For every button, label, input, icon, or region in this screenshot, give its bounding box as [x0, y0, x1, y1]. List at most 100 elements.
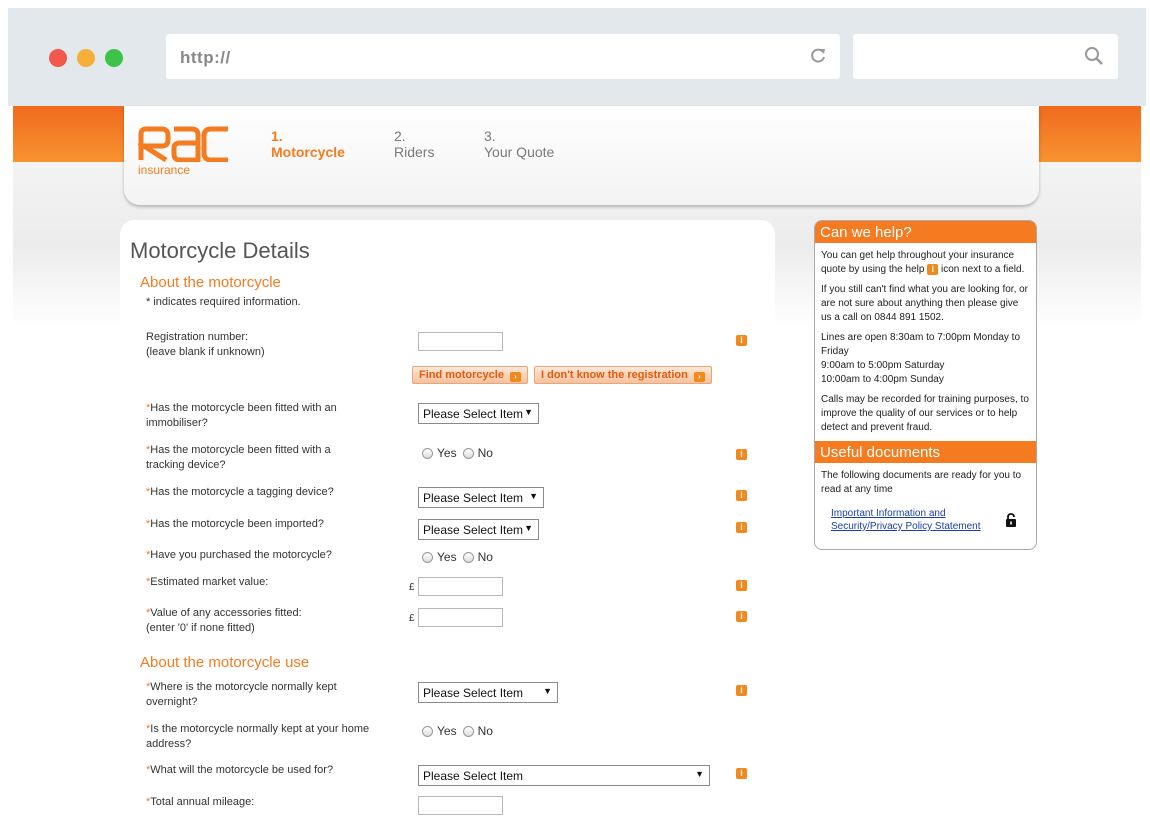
- hours-line: 10:00am to 4:00pm Sunday: [821, 374, 944, 385]
- section-heading-motorcycle: About the motorcycle: [140, 274, 281, 291]
- lock-icon: [1006, 513, 1016, 527]
- select-value: Please Select Item: [423, 686, 524, 700]
- step-number: 2.: [394, 128, 406, 144]
- help-text-part: icon next to a field.: [940, 264, 1025, 275]
- useful-documents-text: The following documents are ready for yo…: [821, 470, 1022, 495]
- step-number: 3.: [484, 128, 496, 144]
- kept-overnight-label: *Where is the motorcycle normally kept o…: [146, 680, 366, 710]
- radio-label: No: [477, 550, 493, 564]
- immobiliser-label: *Has the motorcycle been fitted with an …: [146, 401, 356, 431]
- immobiliser-select[interactable]: Please Select Item ▼: [418, 403, 539, 424]
- select-value: Please Select Item: [423, 407, 524, 421]
- used-for-label: *What will the motorcycle be used for?: [146, 763, 386, 778]
- info-icon[interactable]: i: [736, 335, 747, 346]
- kept-home-no-radio[interactable]: [462, 725, 474, 737]
- useful-documents-title: Useful documents: [815, 441, 1036, 463]
- dropdown-arrow-icon: ▼: [543, 686, 552, 696]
- question-text: Has the motorcycle been fitted with a tr…: [146, 444, 331, 471]
- minimize-window-button[interactable]: [77, 49, 95, 67]
- help-title: Can we help?: [815, 221, 1036, 243]
- required-note: * indicates required information.: [146, 296, 301, 308]
- kept-home-yes-radio[interactable]: [422, 725, 433, 737]
- question-text: Has the motorcycle been fitted with an i…: [146, 402, 337, 429]
- dropdown-arrow-icon: ▼: [524, 523, 533, 533]
- tagging-select[interactable]: Please Select Item ▼: [418, 487, 544, 508]
- dropdown-arrow-icon: ▼: [529, 491, 538, 501]
- question-text: Has the motorcycle a tagging device?: [150, 486, 334, 498]
- info-icon[interactable]: i: [736, 522, 747, 533]
- dropdown-arrow-icon: ▼: [524, 407, 533, 417]
- question-text: Estimated market value:: [150, 576, 269, 588]
- currency-symbol: £: [409, 613, 415, 624]
- hours-line: Lines are open 8:30am to 7:00pm Monday t…: [821, 332, 1021, 357]
- info-icon[interactable]: i: [736, 449, 747, 460]
- privacy-policy-link[interactable]: Important Information and Security/Priva…: [831, 507, 991, 533]
- label-line: Registration number:: [146, 331, 249, 343]
- question-text: What will the motorcycle be used for?: [150, 764, 334, 776]
- section-heading-use: About the motorcycle use: [140, 654, 310, 671]
- purchased-radio-group: Yes No: [422, 550, 499, 564]
- kept-home-radio-group: Yes No: [422, 724, 499, 738]
- browser-search-field[interactable]: [853, 34, 1118, 79]
- tagging-label: *Has the motorcycle a tagging device?: [146, 485, 386, 500]
- purchased-label: *Have you purchased the motorcycle?: [146, 548, 386, 563]
- hours-line: 9:00am to 5:00pm Saturday: [821, 360, 945, 371]
- logo-subtext: insurance: [138, 163, 191, 177]
- label-line: (leave blank if unknown): [146, 346, 265, 358]
- address-text: http://: [180, 48, 231, 67]
- address-bar[interactable]: http://: [166, 34, 840, 79]
- mileage-input[interactable]: [418, 796, 503, 815]
- button-label: I don't know the registration: [541, 369, 688, 381]
- currency-symbol: £: [409, 582, 415, 593]
- step-number: 1.: [271, 128, 283, 144]
- unknown-registration-button[interactable]: I don't know the registration ›: [534, 366, 712, 384]
- accessories-input[interactable]: [418, 608, 503, 627]
- info-icon[interactable]: i: [736, 685, 747, 696]
- find-motorcycle-button[interactable]: Find motorcycle ›: [412, 366, 528, 384]
- market-value-label: *Estimated market value:: [146, 575, 386, 590]
- mileage-label: *Total annual mileage:: [146, 795, 386, 810]
- page-title: Motorcycle Details: [130, 238, 310, 263]
- radio-label: No: [477, 724, 493, 738]
- search-icon[interactable]: [1084, 46, 1104, 66]
- reload-icon[interactable]: [808, 46, 828, 66]
- rac-logo[interactable]: insurance: [135, 126, 230, 177]
- select-value: Please Select Item: [423, 769, 524, 783]
- radio-label: Yes: [437, 446, 457, 460]
- question-text: Where is the motorcycle normally kept ov…: [146, 681, 337, 708]
- question-hint: (enter '0' if none fitted): [146, 622, 255, 634]
- step-riders[interactable]: 2. Riders: [394, 128, 434, 160]
- form-panel: Motorcycle Details About the motorcycle …: [120, 220, 775, 825]
- maximize-window-button[interactable]: [105, 49, 123, 67]
- browser-chrome: http://: [8, 8, 1146, 106]
- question-text: Have you purchased the motorcycle?: [150, 549, 332, 561]
- select-value: Please Select Item: [423, 491, 524, 505]
- purchased-no-radio[interactable]: [462, 551, 474, 563]
- step-your-quote[interactable]: 3. Your Quote: [484, 128, 554, 160]
- help-text: You can get help throughout your insuran…: [815, 249, 1036, 277]
- close-window-button[interactable]: [49, 49, 67, 67]
- info-icon[interactable]: i: [736, 490, 747, 501]
- opening-hours: Lines are open 8:30am to 7:00pm Monday t…: [815, 331, 1036, 387]
- arrow-icon: ›: [693, 372, 705, 382]
- step-motorcycle[interactable]: 1. Motorcycle: [271, 128, 345, 160]
- registration-input[interactable]: [418, 332, 503, 351]
- info-icon[interactable]: i: [736, 611, 747, 622]
- market-value-input[interactable]: [418, 577, 503, 596]
- help-contact-text: If you still can't find what you are loo…: [821, 284, 1029, 323]
- info-icon[interactable]: i: [736, 580, 747, 591]
- kept-overnight-select[interactable]: Please Select Item ▼: [418, 682, 558, 703]
- used-for-select[interactable]: Please Select Item ▼: [418, 765, 710, 786]
- info-icon[interactable]: i: [736, 768, 747, 779]
- tracking-label: *Has the motorcycle been fitted with a t…: [146, 443, 346, 473]
- step-label: Your Quote: [484, 144, 555, 160]
- tracking-no-radio[interactable]: [462, 447, 474, 459]
- button-label: Find motorcycle: [419, 369, 504, 381]
- tracking-yes-radio[interactable]: [422, 447, 433, 459]
- step-label: Motorcycle: [271, 144, 345, 160]
- help-box: Can we help? You can get help throughout…: [814, 220, 1037, 550]
- imported-select[interactable]: Please Select Item ▼: [418, 519, 539, 540]
- question-text: Has the motorcycle been imported?: [150, 518, 324, 530]
- purchased-yes-radio[interactable]: [422, 551, 433, 563]
- radio-label: Yes: [437, 550, 457, 564]
